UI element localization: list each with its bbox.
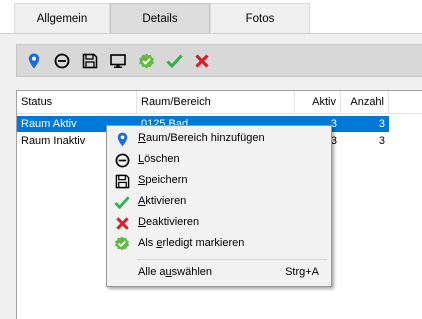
verified-badge-icon — [113, 235, 131, 253]
checkmark-icon — [113, 193, 131, 211]
save-icon — [82, 53, 98, 69]
cell-anzahl: 3 — [378, 135, 385, 147]
location-pin-icon — [28, 53, 40, 69]
delete-button[interactable] — [51, 50, 73, 72]
menu-item-label: Deaktivieren — [138, 216, 200, 228]
menu-separator — [137, 259, 327, 260]
menu-item-save[interactable]: Speichern — [109, 170, 329, 191]
column-header-raum[interactable]: Raum/Bereich — [137, 91, 295, 113]
mark-done-button[interactable] — [135, 50, 157, 72]
menu-item-delete[interactable]: Löschen — [109, 149, 329, 170]
add-location-button[interactable] — [23, 50, 45, 72]
menu-item-add-room[interactable]: Raum/Bereich hinzufügen — [109, 128, 329, 149]
grid-header: Status Raum/Bereich Aktiv Anzahl — [17, 91, 422, 114]
cross-icon — [195, 54, 209, 68]
menu-item-label: Als erledigt markieren — [138, 237, 245, 249]
menu-item-label: Aktivieren — [138, 195, 187, 207]
column-header-status[interactable]: Status — [17, 91, 137, 113]
checkmark-icon — [165, 54, 183, 69]
context-menu: Raum/Bereich hinzufügen Löschen Speicher… — [106, 125, 332, 287]
cell-anzahl: 3 — [378, 118, 385, 130]
tab-details[interactable]: Details — [110, 3, 210, 33]
deactivate-button[interactable] — [191, 50, 213, 72]
tab-allgemein[interactable]: Allgemein — [14, 3, 110, 33]
save-button[interactable] — [79, 50, 101, 72]
minus-circle-icon — [113, 151, 131, 169]
monitor-icon — [110, 54, 126, 68]
column-header-anzahl[interactable]: Anzahl — [341, 91, 389, 113]
menu-item-label: Speichern — [138, 174, 188, 186]
location-pin-icon — [113, 130, 131, 148]
menu-shortcut: Strg+A — [285, 266, 319, 278]
menu-item-label: Alle auswählen — [138, 266, 213, 278]
menu-item-select-all[interactable]: Alle auswählen Strg+A — [109, 262, 329, 283]
tab-fotos[interactable]: Fotos — [210, 3, 310, 33]
save-icon — [113, 172, 131, 190]
menu-item-mark-done[interactable]: Als erledigt markieren — [109, 233, 329, 254]
display-button[interactable] — [107, 50, 129, 72]
activate-button[interactable] — [163, 50, 185, 72]
menu-item-activate[interactable]: Aktivieren — [109, 191, 329, 212]
verified-badge-icon — [138, 53, 154, 68]
column-header-aktiv[interactable]: Aktiv — [295, 91, 341, 113]
menu-item-label: Löschen — [138, 153, 180, 165]
menu-item-deactivate[interactable]: Deaktivieren — [109, 212, 329, 233]
tab-strip: Allgemein Details Fotos — [0, 0, 422, 34]
cross-icon — [113, 214, 131, 232]
toolbar — [16, 44, 422, 77]
minus-circle-icon — [54, 53, 70, 69]
menu-item-label: Raum/Bereich hinzufügen — [138, 132, 265, 144]
